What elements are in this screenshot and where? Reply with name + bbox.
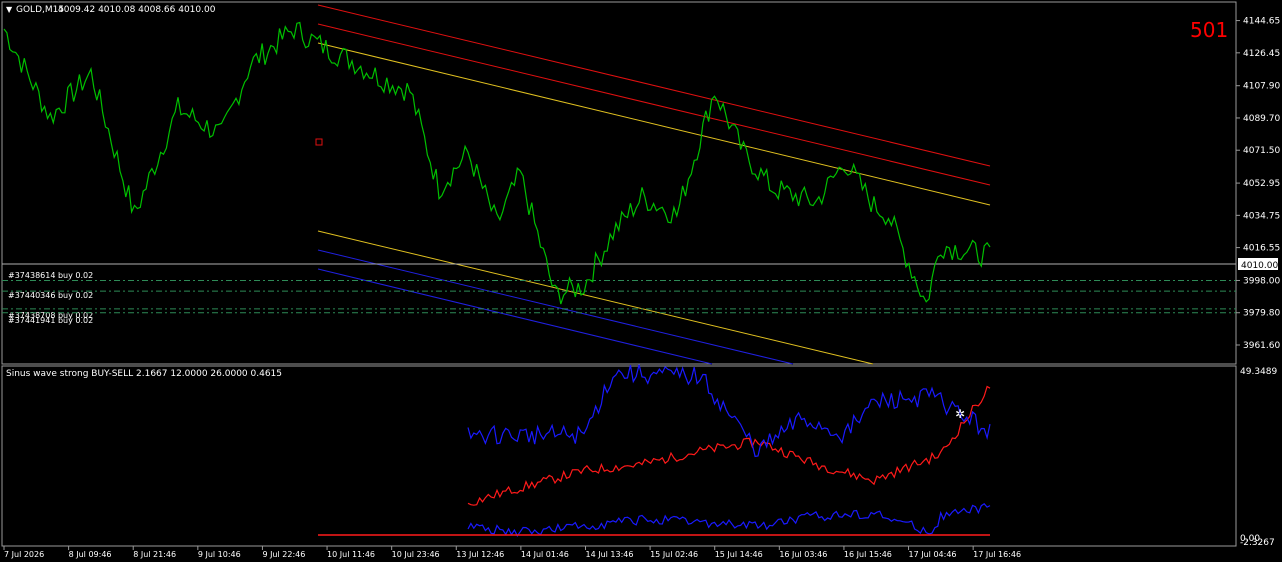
ohlc-readout: 4009.42 4010.08 4008.66 4010.00 <box>58 5 216 15</box>
time-tick-label: 17 Jul 16:46 <box>973 550 1021 559</box>
time-tick-label: 15 Jul 14:46 <box>715 550 763 559</box>
channel-lines[interactable] <box>317 4 991 365</box>
price-tick-label: 3979.80 <box>1243 309 1280 319</box>
price-axis[interactable]: 4144.65 4126.45 4107.90 4089.70 4071.50 4052.… <box>1236 17 1280 351</box>
time-tick-label: 9 Jul 22:46 <box>262 550 305 559</box>
symbol-dropdown-icon[interactable]: ▼ <box>6 5 13 14</box>
time-tick-label: 8 Jul 21:46 <box>133 550 176 559</box>
indicator-min-label: -2.3267 <box>1240 538 1275 548</box>
price-tick-label: 4126.45 <box>1243 49 1280 59</box>
time-tick-label: 14 Jul 01:46 <box>521 550 569 559</box>
order-label: #37440346 buy 0.02 <box>8 291 93 300</box>
time-tick-label: 9 Jul 10:46 <box>198 550 241 559</box>
indicator-top-value: 49.3489 <box>1240 367 1277 377</box>
main-pane-frame <box>1 1 1237 365</box>
price-tick-label: 4034.75 <box>1243 211 1280 221</box>
time-tick-label: 15 Jul 02:46 <box>650 550 698 559</box>
symbol-label: GOLD,M15 <box>16 5 64 15</box>
time-tick-label: 16 Jul 15:46 <box>844 550 892 559</box>
indicator-red-series[interactable] <box>467 385 991 506</box>
chart-canvas[interactable]: #37438614 buy 0.02 #37440346 buy 0.02 #374… <box>0 0 1282 562</box>
object-marker-icon[interactable] <box>315 138 323 146</box>
time-tick-label: 13 Jul 12:46 <box>456 550 504 559</box>
order-label: #37438614 buy 0.02 <box>8 271 93 280</box>
channel-red-lower[interactable] <box>317 23 991 186</box>
price-tick-label: 4107.90 <box>1243 82 1280 92</box>
time-tick-label: 8 Jul 09:46 <box>69 550 112 559</box>
channel-red-upper[interactable] <box>317 4 991 167</box>
channel-blue-lower[interactable] <box>317 268 713 365</box>
price-tick-label: 4016.55 <box>1243 244 1280 254</box>
indicator-blue-high-series[interactable] <box>467 364 991 458</box>
time-tick-label: 17 Jul 04:46 <box>909 550 957 559</box>
order-lines[interactable]: #37438614 buy 0.02 #37440346 buy 0.02 #374… <box>2 271 1236 325</box>
price-tick-label: 4089.70 <box>1243 114 1280 124</box>
current-price-label: 4010.00 <box>1241 261 1278 271</box>
trading-chart-window: #37438614 buy 0.02 #37440346 buy 0.02 #374… <box>0 0 1282 562</box>
price-series-line[interactable] <box>3 21 991 305</box>
time-tick-label: 10 Jul 11:46 <box>327 550 375 559</box>
signal-star-icon: ✲ <box>955 407 965 421</box>
counter-value: 501 <box>1190 18 1228 42</box>
time-axis[interactable]: 7 Jul 2026 8 Jul 09:46 8 Jul 21:46 9 Jul 10… <box>3 546 1021 559</box>
price-tick-label: 3961.60 <box>1243 341 1280 351</box>
price-tick-label: 3998.00 <box>1243 276 1280 286</box>
price-tick-label: 4144.65 <box>1243 17 1280 27</box>
time-tick-label: 16 Jul 03:46 <box>779 550 827 559</box>
time-tick-label: 10 Jul 23:46 <box>392 550 440 559</box>
time-tick-label: 7 Jul 2026 <box>4 550 44 559</box>
price-tick-label: 4052.95 <box>1243 179 1280 189</box>
channel-yellow-upper[interactable] <box>317 42 991 206</box>
indicator-blue-low-series[interactable] <box>467 503 991 537</box>
indicator-label: Sinus wave strong BUY-SELL 2.1667 12.000… <box>6 369 282 379</box>
time-tick-label: 14 Jul 13:46 <box>585 550 633 559</box>
channel-yellow-lower[interactable] <box>317 230 874 365</box>
channel-blue-upper[interactable] <box>317 249 794 365</box>
price-tick-label: 4071.50 <box>1243 146 1280 156</box>
order-label: #37441941 buy 0.02 <box>8 316 93 325</box>
